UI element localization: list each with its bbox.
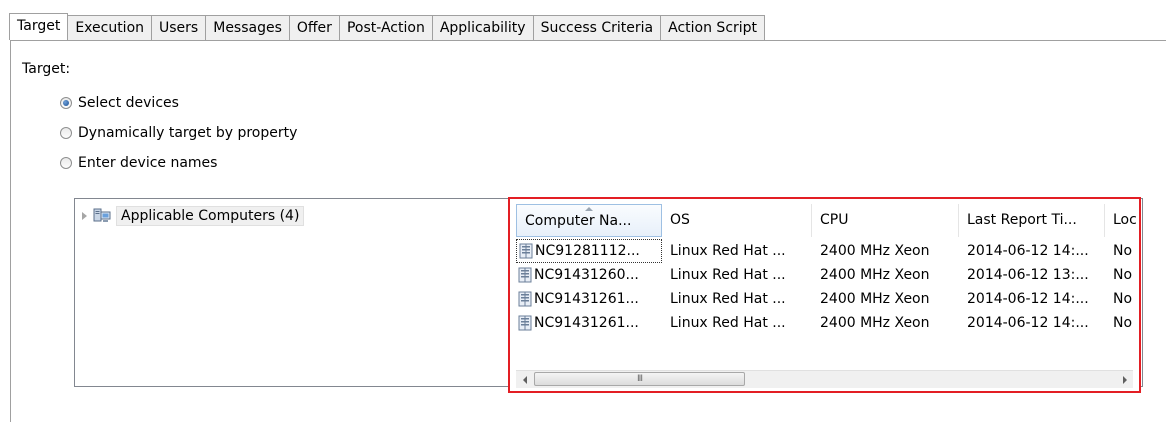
cell-os: Linux Red Hat ... [670,267,786,283]
cell-os: Linux Red Hat ... [670,291,786,307]
cell-locked: No [1113,267,1133,283]
tab-messages[interactable]: Messages [205,15,290,40]
column-header-computer-name[interactable]: Computer Na... [516,204,662,237]
computer-group-icon [93,208,111,222]
cell-last-report-time: 2014-06-12 13:... [967,267,1089,283]
computer-icon [519,243,533,259]
column-header-label: Computer Na... [525,213,632,229]
tab-success-criteria[interactable]: Success Criteria [532,15,662,40]
cell-os: Linux Red Hat ... [670,315,786,331]
computer-icon [518,291,532,307]
computer-icon [518,315,532,331]
cell-computer-name: NC91431261... [516,287,662,311]
cell-computer-name: NC91281112... [516,239,662,263]
tab-target[interactable]: Target [9,13,69,40]
tree-item-applicable-computers[interactable]: Applicable Computers (4) [82,206,305,226]
scroll-left-button[interactable] [516,371,533,388]
column-header-os[interactable]: OS [662,204,812,237]
cell-cpu: 2400 MHz Xeon [820,243,930,259]
cell-last-report-time: 2014-06-12 14:... [967,315,1089,331]
cell-text: NC91431261... [534,291,639,307]
list-header: Computer Na... OS CPU Last Report Ti... … [516,204,1139,237]
cell-text: NC91281112... [535,243,640,259]
table-row[interactable]: NC91281112... Linux Red Hat ... 2400 MHz… [516,239,1139,263]
arrow-right-icon [1122,375,1127,384]
expand-arrow-icon[interactable] [82,212,87,220]
cell-last-report-time: 2014-06-12 14:... [967,291,1089,307]
cell-cpu: 2400 MHz Xeon [820,315,930,331]
radio-button-checked[interactable] [60,97,72,109]
column-header-locked[interactable]: Loc [1105,204,1139,237]
table-row[interactable]: NC91431261... Linux Red Hat ... 2400 MHz… [516,287,1139,311]
cell-cpu: 2400 MHz Xeon [820,291,930,307]
tab-strip: Target Execution Users Messages Offer Po… [9,13,766,40]
table-row[interactable]: NC91431260... Linux Red Hat ... 2400 MHz… [516,263,1139,287]
cell-locked: No [1113,243,1133,259]
scroll-right-button[interactable] [1116,371,1133,388]
cell-computer-name: NC91431261... [516,311,662,335]
horizontal-scrollbar[interactable]: III [516,370,1133,388]
cell-computer-name: NC91431260... [516,263,662,287]
tree-label: Applicable Computers (4) [116,206,305,226]
list-rows: NC91281112... Linux Red Hat ... 2400 MHz… [516,239,1139,335]
tab-action-script[interactable]: Action Script [660,15,766,40]
computer-list[interactable]: Computer Na... OS CPU Last Report Ti... … [508,197,1141,393]
tab-applicability[interactable]: Applicability [431,15,534,40]
column-header-last-report-time[interactable]: Last Report Ti... [959,204,1105,237]
tab-offer[interactable]: Offer [288,15,340,40]
tab-execution[interactable]: Execution [67,15,153,40]
tab-post-action[interactable]: Post-Action [338,15,433,40]
target-label: Target: [22,61,71,77]
tab-users[interactable]: Users [151,15,207,40]
grip-icon: III [637,374,643,384]
cell-last-report-time: 2014-06-12 14:... [967,243,1089,259]
arrow-left-icon [522,375,527,384]
radio-label: Select devices [78,95,179,111]
table-row[interactable]: NC91431261... Linux Red Hat ... 2400 MHz… [516,311,1139,335]
cell-locked: No [1113,315,1133,331]
computer-icon [518,267,532,283]
tab-divider [10,40,1166,41]
cell-cpu: 2400 MHz Xeon [820,267,930,283]
radio-label: Enter device names [78,155,218,171]
cell-text: NC91431261... [534,315,639,331]
radio-select-devices[interactable]: Select devices [60,95,179,111]
radio-button[interactable] [60,127,72,139]
cell-text: NC91431260... [534,267,639,283]
radio-enter-device-names[interactable]: Enter device names [60,155,217,171]
cell-os: Linux Red Hat ... [670,243,786,259]
cell-locked: No [1113,291,1133,307]
scrollbar-thumb[interactable]: III [534,372,745,386]
radio-label: Dynamically target by property [78,125,298,141]
radio-button[interactable] [60,157,72,169]
page-border [10,40,11,422]
sort-ascending-icon [585,207,593,211]
radio-dynamic-target[interactable]: Dynamically target by property [60,125,297,141]
column-header-cpu[interactable]: CPU [812,204,959,237]
